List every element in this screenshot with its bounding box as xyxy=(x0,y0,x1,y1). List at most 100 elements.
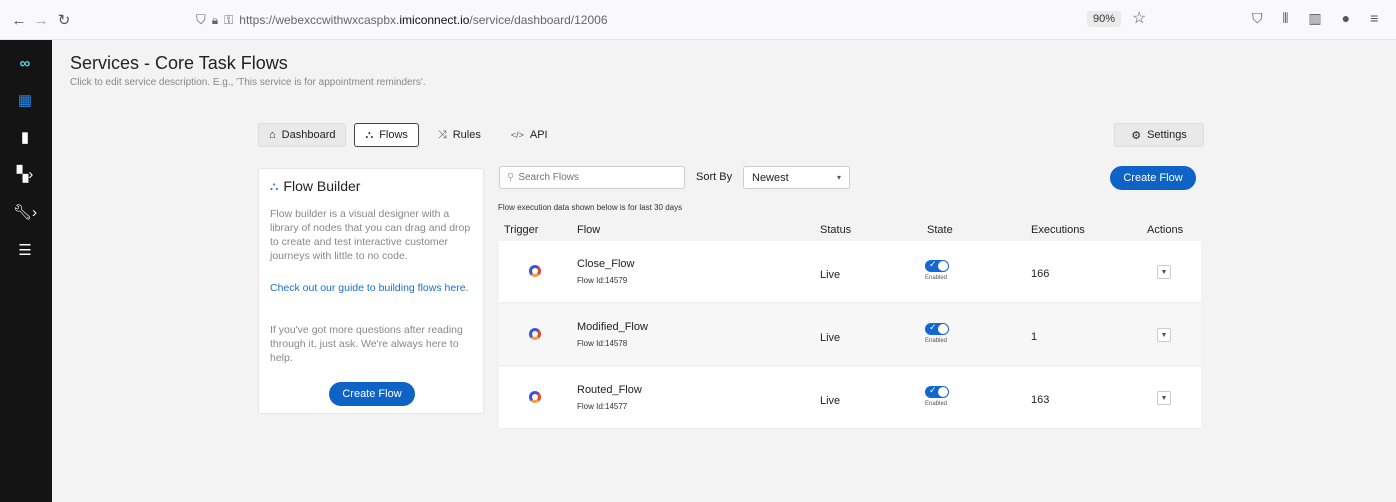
tab-label: API xyxy=(529,129,548,141)
sort-value: Newest xyxy=(752,171,789,184)
flows-table: Trigger Flow Status State Executions Act… xyxy=(499,218,1201,430)
header-flow: Flow xyxy=(577,224,601,236)
bookmark-star-icon[interactable]: ☆ xyxy=(1132,8,1146,28)
flow-builder-heading: Flow Builder xyxy=(283,178,361,194)
flow-name[interactable]: Modified_Flow xyxy=(577,321,648,333)
trigger-icon xyxy=(529,265,541,277)
main-content: Services - Core Task Flows Click to edit… xyxy=(52,40,1396,502)
state-label: Enabled xyxy=(925,275,948,281)
url-prefix: https://webexccwithwxcaspbx. xyxy=(239,13,400,27)
url-path: /service/dashboard/12006 xyxy=(469,13,608,27)
check-icon: ✓ xyxy=(929,385,937,395)
shield-icon: ⛉ xyxy=(196,12,206,27)
flow-name[interactable]: Routed_Flow xyxy=(577,384,642,396)
browser-toolbar: ← → ↻ ⛉ 🔒︎ ⚿ https://webexccwithwxcaspbx… xyxy=(0,0,1396,40)
tab-label: Dashboard xyxy=(281,129,336,141)
tools-wrench-icon[interactable]: 🔧︎› xyxy=(10,200,40,224)
flow-name[interactable]: Close_Flow xyxy=(577,258,634,270)
check-icon: ✓ xyxy=(929,322,937,332)
header-actions: Actions xyxy=(1147,224,1184,236)
service-tabs: ⌂ Dashboard ⛬ Flows ⤨ Rules </> API xyxy=(258,123,559,147)
table-header: Trigger Flow Status State Executions Act… xyxy=(499,218,1201,240)
flow-tree-icon: ⛬ xyxy=(365,128,374,141)
flow-tree-icon: ⛬ xyxy=(270,178,279,193)
forward-arrow-icon[interactable]: → xyxy=(30,9,52,31)
tab-label: Flows xyxy=(379,129,408,141)
trigger-icon xyxy=(529,391,541,403)
flow-builder-title: ⛬ Flow Builder xyxy=(270,178,360,194)
flow-status: Live xyxy=(820,395,841,407)
flow-id: Flow Id:14579 xyxy=(577,276,628,285)
reload-icon[interactable]: ↻ xyxy=(53,9,75,31)
chevron-down-icon: ▾ xyxy=(836,173,841,182)
flow-status: Live xyxy=(820,332,841,344)
tab-rules[interactable]: ⤨ Rules xyxy=(427,123,492,147)
flow-id: Flow Id:14577 xyxy=(577,402,628,411)
url-host: imiconnect.io xyxy=(399,13,470,27)
state-toggle[interactable]: ✓ xyxy=(925,322,949,335)
header-status: Status xyxy=(820,224,852,236)
state-label: Enabled xyxy=(925,401,948,407)
execution-count: 163 xyxy=(1031,394,1050,406)
tab-dashboard[interactable]: ⌂ Dashboard xyxy=(258,123,347,147)
state-toggle[interactable]: ✓ xyxy=(925,385,949,398)
trigger-icon xyxy=(529,328,541,340)
execution-note: Flow execution data shown below is for l… xyxy=(498,203,683,212)
table-row[interactable]: Close_Flow Flow Id:14579 Live ✓ Enabled … xyxy=(499,241,1201,303)
state-label: Enabled xyxy=(925,338,948,344)
chevron-down-icon: ▼ xyxy=(1160,268,1168,276)
zoom-level[interactable]: 90% xyxy=(1087,11,1122,27)
header-executions: Executions xyxy=(1031,224,1085,236)
lock-icon: 🔒︎ xyxy=(211,12,219,27)
execution-count: 1 xyxy=(1031,331,1038,343)
sort-label: Sort By xyxy=(696,171,733,183)
chevron-down-icon: ▼ xyxy=(1160,331,1168,339)
home-icon: ⌂ xyxy=(269,129,276,141)
flow-builder-description: Flow builder is a visual designer with a… xyxy=(270,208,471,262)
webex-logo-icon[interactable]: ∞ xyxy=(10,51,40,75)
account-icon[interactable]: ● xyxy=(1342,10,1350,27)
sidebar-toggle-icon[interactable]: ▥ xyxy=(1308,10,1321,27)
actions-dropdown[interactable]: ▼ xyxy=(1157,391,1171,405)
execution-count: 166 xyxy=(1031,268,1050,280)
flow-status: Live xyxy=(820,269,841,281)
create-flow-header-button[interactable]: Create Flow xyxy=(1110,166,1196,190)
library-icon[interactable]: ⫴ xyxy=(1283,10,1289,27)
state-toggle[interactable]: ✓ xyxy=(925,259,949,272)
pocket-icon[interactable]: ⛉ xyxy=(1252,10,1263,27)
header-state: State xyxy=(927,224,953,236)
help-text: If you've got more questions after readi… xyxy=(270,324,463,364)
address-bar[interactable]: ⛉ 🔒︎ ⚿ https://webexccwithwxcaspbx. imico… xyxy=(196,8,1166,32)
apps-icon[interactable]: ▚› xyxy=(10,162,40,186)
search-icon: ⚲ xyxy=(507,172,515,183)
app-sidebar: ∞ ▦ ▮ ▚› 🔧︎› ☰ xyxy=(0,40,52,502)
tab-flows[interactable]: ⛬ Flows xyxy=(354,123,419,147)
sort-dropdown[interactable]: Newest ▾ xyxy=(743,166,850,189)
actions-dropdown[interactable]: ▼ xyxy=(1157,265,1171,279)
search-input[interactable] xyxy=(518,172,669,183)
service-description[interactable]: Click to edit service description. E.g.,… xyxy=(70,77,426,88)
check-icon: ✓ xyxy=(929,259,937,269)
search-box[interactable]: ⚲ xyxy=(499,166,685,189)
dashboard-grid-icon[interactable]: ▦ xyxy=(10,88,40,112)
create-flow-button[interactable]: Create Flow xyxy=(329,382,415,406)
settings-button[interactable]: ⚙ Settings xyxy=(1114,123,1204,147)
table-row[interactable]: Routed_Flow Flow Id:14577 Live ✓ Enabled… xyxy=(499,367,1201,429)
menu-icon[interactable]: ≡ xyxy=(1370,10,1378,27)
back-arrow-icon[interactable]: ← xyxy=(8,9,30,31)
code-icon: </> xyxy=(510,130,524,140)
logs-list-icon[interactable]: ☰ xyxy=(10,238,40,262)
page-title: Services - Core Task Flows xyxy=(70,53,288,73)
flow-builder-card: ⛬ Flow Builder Flow builder is a visual … xyxy=(258,168,484,414)
analytics-bars-icon[interactable]: ▮ xyxy=(10,125,40,149)
table-row[interactable]: Modified_Flow Flow Id:14578 Live ✓ Enabl… xyxy=(499,304,1201,366)
tab-label: Rules xyxy=(452,129,481,141)
shuffle-icon: ⤨ xyxy=(437,128,447,141)
flow-id: Flow Id:14578 xyxy=(577,339,628,348)
tab-api[interactable]: </> API xyxy=(500,123,559,147)
settings-label: Settings xyxy=(1147,129,1187,141)
gear-icon: ⚙ xyxy=(1131,129,1142,142)
header-trigger: Trigger xyxy=(504,224,539,236)
guide-link[interactable]: Check out our guide to building flows he… xyxy=(270,281,470,295)
actions-dropdown[interactable]: ▼ xyxy=(1157,328,1171,342)
